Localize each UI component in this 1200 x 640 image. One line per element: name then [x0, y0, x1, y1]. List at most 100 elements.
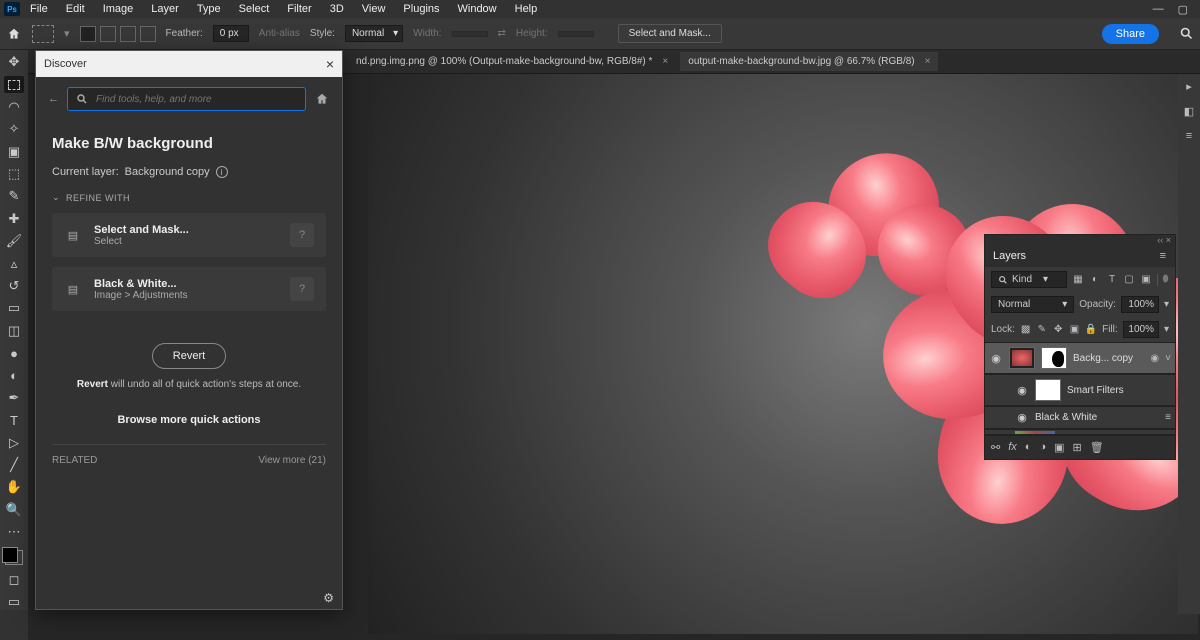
visibility-icon[interactable]: ◉ [1015, 384, 1029, 397]
wand-tool-icon[interactable]: ✧ [4, 121, 24, 137]
close-icon[interactable]: × [326, 56, 334, 72]
pen-tool-icon[interactable]: ✒ [4, 390, 24, 406]
select-and-mask-button[interactable]: Select and Mask... [618, 24, 722, 43]
menu-view[interactable]: View [354, 1, 394, 17]
filter-options-icon[interactable]: ≡ [1165, 412, 1171, 423]
fill-input[interactable]: 100% [1123, 321, 1159, 338]
mask-icon[interactable]: ◐ [1025, 441, 1032, 454]
opacity-input[interactable]: 100% [1121, 296, 1159, 313]
gear-icon[interactable]: ⚙ [323, 591, 334, 605]
filter-smart-icon[interactable]: ▣ [1140, 274, 1152, 286]
new-selection-icon[interactable] [80, 26, 96, 42]
browse-more-link[interactable]: Browse more quick actions [52, 414, 326, 426]
menu-window[interactable]: Window [450, 1, 505, 17]
search-input[interactable] [96, 94, 297, 105]
layer-row-background-copy[interactable]: ◉ Backg... copy ◉ ˅ [985, 342, 1175, 374]
menu-3d[interactable]: 3D [322, 1, 352, 17]
dock-icon[interactable]: ≡ [1186, 130, 1192, 142]
search-icon[interactable] [1179, 26, 1194, 41]
add-selection-icon[interactable] [100, 26, 116, 42]
intersect-selection-icon[interactable] [140, 26, 156, 42]
tab-document-2[interactable]: output-make-background-bw.jpg @ 66.7% (R… [680, 52, 938, 71]
screen-mode-icon[interactable]: ▭ [4, 594, 24, 610]
lock-artboard-icon[interactable]: ▣ [1069, 324, 1080, 336]
info-icon[interactable]: i [216, 166, 228, 178]
visibility-icon[interactable]: ◉ [989, 352, 1003, 365]
color-swatch[interactable] [5, 550, 23, 565]
feather-input[interactable]: 0 px [213, 25, 249, 42]
layer-row-smart-filters[interactable]: ◉ Smart Filters [985, 374, 1175, 406]
lock-paint-icon[interactable]: ✎ [1036, 324, 1047, 336]
menu-type[interactable]: Type [189, 1, 229, 17]
menu-file[interactable]: File [22, 1, 56, 17]
brush-tool-icon[interactable]: 🖌 [4, 233, 24, 249]
filter-kind-select[interactable]: Kind ▾ [991, 271, 1067, 288]
quick-mask-icon[interactable]: ◻ [4, 571, 24, 587]
more-tools-icon[interactable]: ⋯ [4, 524, 24, 540]
tab-document-1[interactable]: nd.png.img.png @ 100% (Output-make-backg… [348, 52, 676, 71]
mask-thumbnail[interactable] [1041, 347, 1067, 369]
blur-tool-icon[interactable]: ● [4, 345, 24, 361]
panel-menu-icon[interactable]: ≡ [1160, 250, 1167, 262]
share-button[interactable]: Share [1102, 24, 1159, 44]
back-icon[interactable]: ← [48, 93, 59, 105]
crop-tool-icon[interactable]: ▣ [4, 144, 24, 160]
link-layers-icon[interactable]: ⚯ [991, 441, 1000, 454]
dock-icon[interactable]: ◧ [1184, 105, 1194, 118]
frame-tool-icon[interactable]: ⬚ [4, 166, 24, 182]
refine-with-header[interactable]: ⌄ REFINE WITH [52, 192, 326, 203]
hand-tool-icon[interactable]: ✋ [4, 479, 24, 495]
menu-select[interactable]: Select [231, 1, 278, 17]
lock-position-icon[interactable]: ✥ [1053, 324, 1064, 336]
marquee-tool-icon[interactable] [4, 76, 24, 92]
delete-icon[interactable]: 🗑 [1090, 441, 1104, 454]
home-icon[interactable] [314, 92, 330, 106]
menu-help[interactable]: Help [507, 1, 546, 17]
subtract-selection-icon[interactable] [120, 26, 136, 42]
layer-thumbnail[interactable] [1009, 347, 1035, 369]
filter-pixel-icon[interactable]: ▦ [1072, 274, 1084, 286]
revert-button[interactable]: Revert [152, 343, 226, 369]
panel-collapse-bar[interactable]: ‹‹ × [985, 235, 1175, 245]
dock-icon[interactable]: ▸ [1186, 80, 1192, 93]
marquee-tool-icon[interactable]: ⠀ [32, 25, 54, 43]
menu-filter[interactable]: Filter [279, 1, 319, 17]
view-more-link[interactable]: View more (21) [258, 455, 326, 466]
history-brush-icon[interactable]: ↺ [4, 278, 24, 294]
menu-plugins[interactable]: Plugins [395, 1, 447, 17]
fx-icon[interactable]: fx [1008, 441, 1017, 454]
shape-tool-icon[interactable]: ╱ [4, 457, 24, 473]
visibility-icon[interactable]: ◉ [1015, 411, 1029, 424]
group-icon[interactable]: ▣ [1054, 441, 1064, 454]
blend-mode-select[interactable]: Normal ▾ [991, 296, 1074, 313]
filter-adjust-icon[interactable]: ◐ [1089, 274, 1101, 286]
help-icon[interactable]: ? [290, 223, 314, 247]
discover-search-box[interactable] [67, 87, 306, 111]
stamp-tool-icon[interactable]: ▵ [4, 255, 24, 271]
dodge-tool-icon[interactable]: ◐ [4, 367, 24, 383]
filter-toggle-icon[interactable]: ⬮ [1157, 274, 1169, 286]
menu-edit[interactable]: Edit [58, 1, 93, 17]
style-select[interactable]: Normal ▾ [345, 25, 403, 42]
help-icon[interactable]: ? [290, 277, 314, 301]
eyedropper-tool-icon[interactable]: ✎ [4, 188, 24, 204]
action-black-and-white[interactable]: ▤ Black & White... Image > Adjustments ? [52, 267, 326, 311]
lock-all-icon[interactable]: 🔒 [1085, 324, 1097, 336]
action-select-and-mask[interactable]: ▤ Select and Mask... Select ? [52, 213, 326, 257]
close-icon[interactable]: × [925, 56, 931, 67]
home-button[interactable] [6, 27, 22, 41]
lock-transparency-icon[interactable]: ▩ [1020, 324, 1031, 336]
heal-tool-icon[interactable]: ✚ [4, 211, 24, 227]
layer-name[interactable]: Backg... copy [1073, 353, 1133, 364]
layer-row-black-white[interactable]: ◉ Black & White ≡ [985, 406, 1175, 429]
close-icon[interactable]: × [662, 56, 668, 67]
chevron-down-icon[interactable]: ˅ [1165, 353, 1171, 364]
move-tool-icon[interactable]: ✥ [4, 54, 24, 70]
zoom-tool-icon[interactable]: 🔍 [4, 502, 24, 518]
eraser-tool-icon[interactable]: ▭ [4, 300, 24, 316]
path-tool-icon[interactable]: ▷ [4, 434, 24, 450]
menu-layer[interactable]: Layer [143, 1, 187, 17]
new-layer-icon[interactable]: ⊞ [1073, 441, 1082, 454]
gradient-tool-icon[interactable]: ◫ [4, 323, 24, 339]
maximize-button[interactable]: ▢ [1178, 3, 1188, 16]
